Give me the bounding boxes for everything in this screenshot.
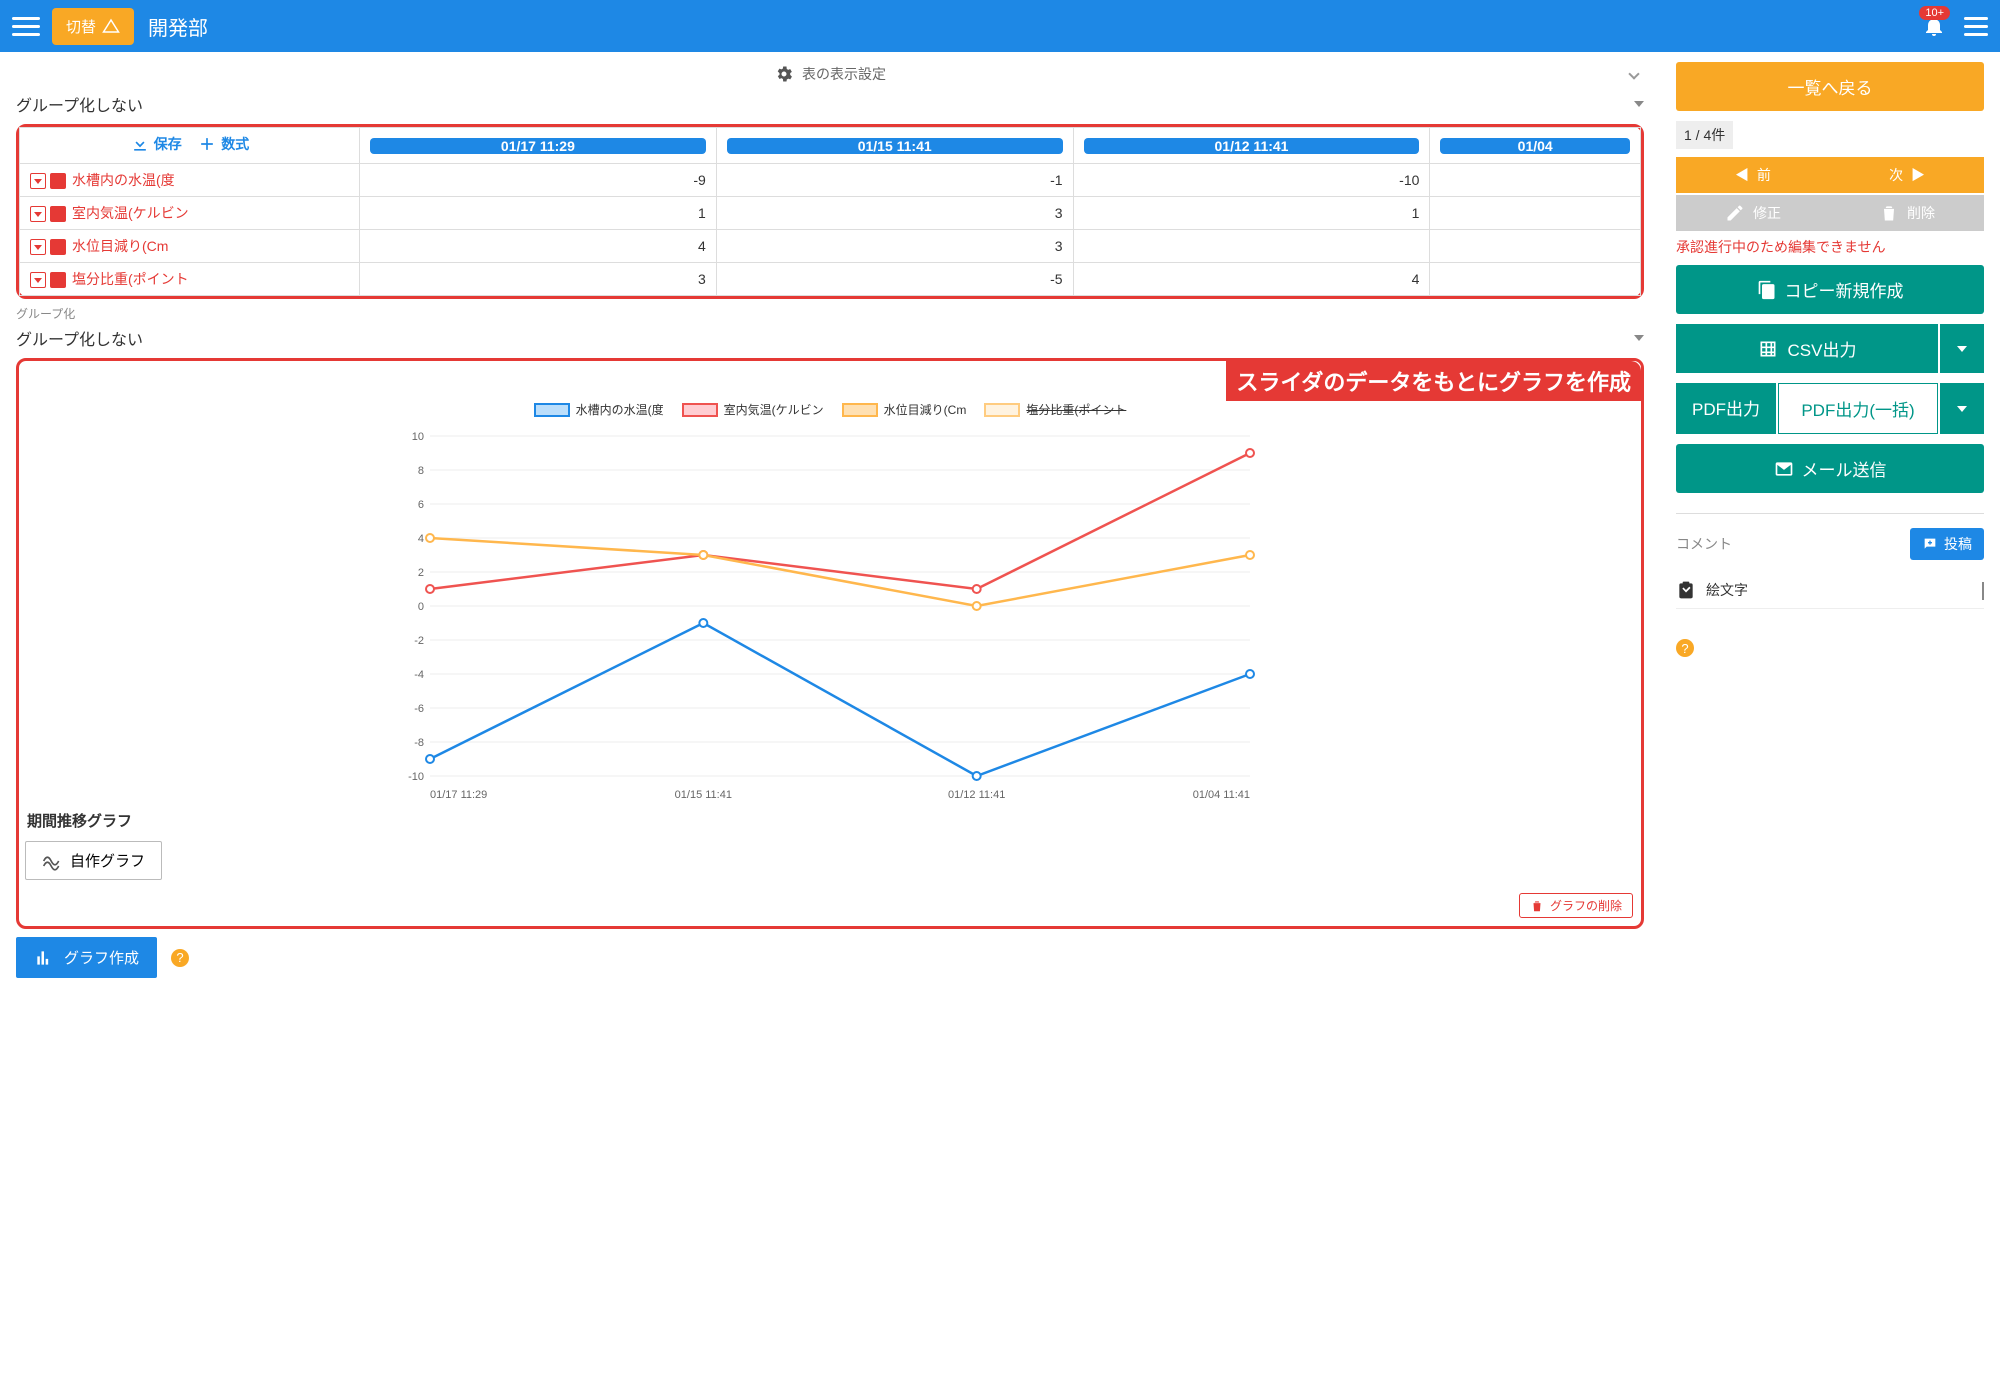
wave-icon xyxy=(42,851,62,871)
pdf-bulk-button[interactable]: PDF出力(一括) xyxy=(1778,383,1938,434)
clipboard-icon xyxy=(1676,580,1696,600)
comment-plus-icon xyxy=(1922,536,1938,552)
legend-item[interactable]: 水槽内の水温(度 xyxy=(534,401,664,418)
copy-new-button[interactable]: コピー新規作成 xyxy=(1676,265,1984,314)
triangle-up-icon xyxy=(102,17,120,35)
svg-text:01/15 11:41: 01/15 11:41 xyxy=(675,789,732,801)
copy-icon xyxy=(1757,280,1777,300)
sidebar: 一覧へ戻る 1 / 4件 ◀ 前 次 ▶ 修正 削除 承認進行中のため編集できま… xyxy=(1660,52,2000,994)
svg-text:6: 6 xyxy=(418,499,424,511)
group-select-1[interactable]: グループ化しない xyxy=(16,88,1644,124)
svg-text:01/17 11:29: 01/17 11:29 xyxy=(430,789,487,801)
legend-item[interactable]: 水位目減り(Cm xyxy=(842,401,967,418)
delete-button[interactable]: 削除 xyxy=(1830,195,1984,231)
gear-icon xyxy=(774,64,794,84)
trash-icon xyxy=(1879,203,1899,223)
pencil-icon xyxy=(1725,203,1745,223)
menu-icon[interactable] xyxy=(12,12,40,40)
table-actions-header: 保存 数式 xyxy=(20,128,360,164)
post-comment-button[interactable]: 投稿 xyxy=(1910,528,1984,560)
prev-button[interactable]: ◀ 前 xyxy=(1676,157,1830,193)
page-title: 開発部 xyxy=(148,12,208,41)
plus-icon xyxy=(197,134,217,154)
period-graph-title: 期間推移グラフ xyxy=(19,806,1641,835)
svg-text:-2: -2 xyxy=(414,635,424,647)
date-col-3[interactable]: 01/04 xyxy=(1440,138,1630,154)
pdf-export-button[interactable]: PDF出力 xyxy=(1676,383,1776,434)
line-chart: -10 -8 -6 -4 -2 0 2 4 6 8 10 01/17 11:29 01/15 11:41… xyxy=(19,426,1641,806)
custom-graph-button[interactable]: 自作グラフ xyxy=(25,841,162,880)
trash-icon xyxy=(1530,899,1544,913)
legend-item[interactable]: 室内気温(ケルビン xyxy=(682,401,824,418)
svg-text:0: 0 xyxy=(418,601,424,613)
pdf-dropdown[interactable] xyxy=(1940,383,1984,434)
chart-container: スライダのデータをもとにグラフを作成 水槽内の水温(度 室内気温(ケルビン 水位… xyxy=(16,358,1644,929)
table-row: 水位目減り(Cm 4 3 xyxy=(20,230,1641,263)
date-col-0[interactable]: 01/17 11:29 xyxy=(370,138,706,154)
chart-banner: スライダのデータをもとにグラフを作成 xyxy=(1226,361,1641,401)
delete-graph-button[interactable]: グラフの削除 xyxy=(1519,893,1633,918)
svg-text:-10: -10 xyxy=(408,771,424,783)
settings-label: 表の表示設定 xyxy=(802,64,886,84)
svg-text:-6: -6 xyxy=(414,703,424,715)
svg-text:-8: -8 xyxy=(414,737,424,749)
grid-icon xyxy=(1758,339,1778,359)
svg-text:2: 2 xyxy=(418,567,424,579)
mail-icon xyxy=(1774,459,1794,479)
help-icon[interactable]: ? xyxy=(171,949,189,967)
emoji-toggle[interactable]: 絵文字 xyxy=(1676,572,1984,609)
formula-button[interactable]: 数式 xyxy=(197,134,249,154)
svg-text:-4: -4 xyxy=(414,669,424,681)
svg-text:4: 4 xyxy=(418,533,424,545)
table-row: 塩分比重(ポイント 3 -5 4 xyxy=(20,263,1641,296)
chevron-down-icon xyxy=(1628,68,1639,79)
bar-chart-icon xyxy=(34,948,54,968)
group-select-2[interactable]: グループ化しない xyxy=(16,322,1644,358)
table-row: 室内気温(ケルビン 1 3 1 xyxy=(20,197,1641,230)
svg-text:8: 8 xyxy=(418,465,424,477)
svg-text:01/12 11:41: 01/12 11:41 xyxy=(948,789,1005,801)
csv-export-button[interactable]: CSV出力 xyxy=(1676,324,1938,373)
table-display-settings[interactable]: 表の表示設定 xyxy=(16,60,1644,88)
notification-badge: 10+ xyxy=(1919,6,1950,20)
comment-label: コメント xyxy=(1676,534,1732,554)
next-button[interactable]: 次 ▶ xyxy=(1830,157,1984,193)
right-menu-icon[interactable] xyxy=(1964,14,1988,38)
create-graph-button[interactable]: グラフ作成 xyxy=(16,937,157,978)
lock-message: 承認進行中のため編集できません xyxy=(1676,237,1984,257)
date-col-2[interactable]: 01/12 11:41 xyxy=(1084,138,1420,154)
back-to-list-button[interactable]: 一覧へ戻る xyxy=(1676,62,1984,111)
group-label: グループ化 xyxy=(16,305,1644,322)
svg-text:01/04 11:41: 01/04 11:41 xyxy=(1193,789,1250,801)
mail-send-button[interactable]: メール送信 xyxy=(1676,444,1984,493)
data-table-container: 保存 数式 01/17 11:29 01/15 11:41 01/12 11:4… xyxy=(16,124,1644,299)
save-button[interactable]: 保存 xyxy=(130,134,182,154)
app-header: 切替 開発部 10+ xyxy=(0,0,2000,52)
legend-item[interactable]: 塩分比重(ポイント xyxy=(984,401,1126,418)
help-icon[interactable]: ? xyxy=(1676,639,1694,657)
record-count: 1 / 4件 xyxy=(1676,121,1733,149)
csv-dropdown[interactable] xyxy=(1940,324,1984,373)
download-icon xyxy=(130,134,150,154)
table-row: 水槽内の水温(度 -9 -1 -10 xyxy=(20,164,1641,197)
switch-button[interactable]: 切替 xyxy=(52,8,134,45)
svg-text:10: 10 xyxy=(412,431,424,443)
edit-button[interactable]: 修正 xyxy=(1676,195,1830,231)
date-col-1[interactable]: 01/15 11:41 xyxy=(727,138,1063,154)
